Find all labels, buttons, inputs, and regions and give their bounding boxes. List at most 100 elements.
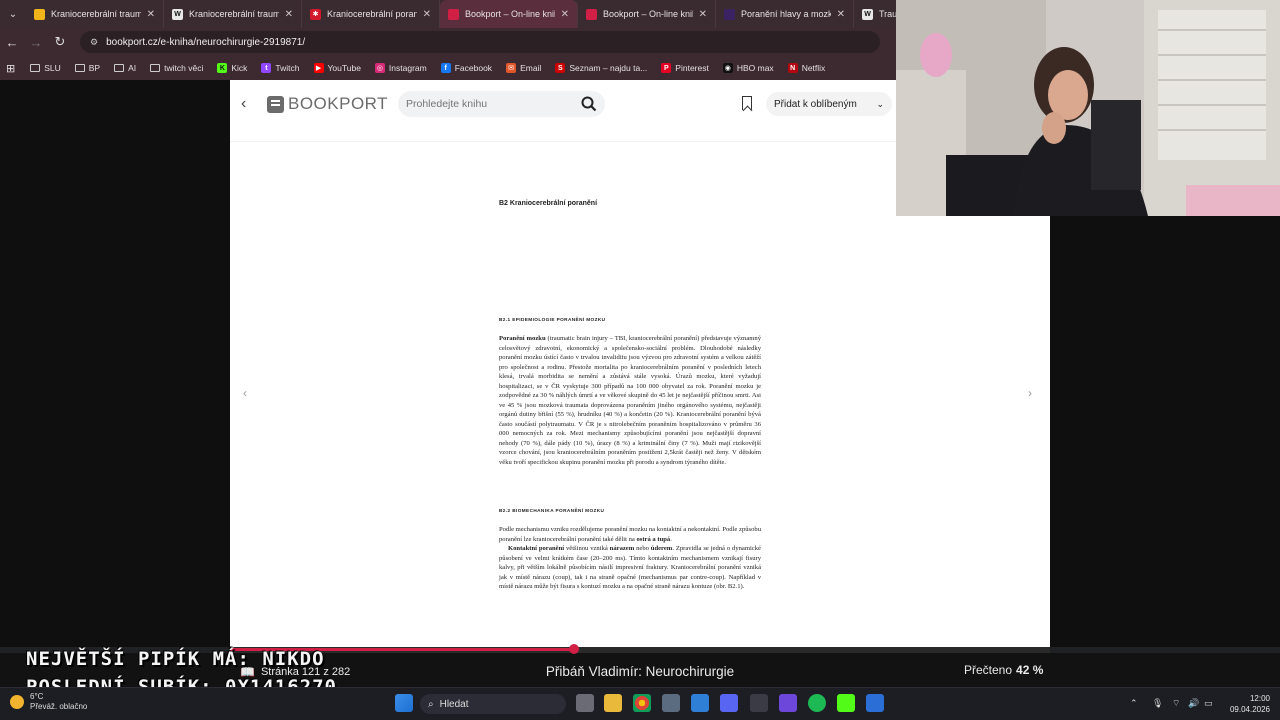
bookmark-item[interactable]: t Twitch <box>256 63 304 73</box>
bookmark-label: SLU <box>44 63 61 73</box>
forward-arrow-icon[interactable]: → <box>24 35 48 50</box>
reader-back-icon[interactable]: ‹ <box>241 95 246 113</box>
apps-grid-icon[interactable]: ⊞ <box>6 62 15 75</box>
bookmark-label: Facebook <box>454 63 493 73</box>
next-page-icon[interactable]: › <box>1028 386 1032 400</box>
add-to-favorites-button[interactable]: Přidat k oblíbeným ⌄ <box>766 92 892 116</box>
bookmark-label: Pinterest <box>675 63 709 73</box>
browser-tab[interactable]: Poranění hlavy a mozku | ✕ <box>716 0 854 28</box>
bookmark-item[interactable]: N Netflix <box>783 63 831 73</box>
photos-icon[interactable] <box>691 694 709 712</box>
bookmark-label: Netflix <box>801 63 826 73</box>
word-icon[interactable] <box>866 694 884 712</box>
start-icon[interactable] <box>395 694 413 712</box>
back-arrow-icon[interactable]: ← <box>0 35 24 50</box>
bookmark-item[interactable]: ◉ HBO max <box>718 63 779 73</box>
kick-icon[interactable] <box>837 694 855 712</box>
bookmark-item[interactable]: AI <box>109 63 141 73</box>
bookmark-item[interactable]: BP <box>70 63 105 73</box>
bookmark-item[interactable]: P Pinterest <box>656 63 714 73</box>
stream-overlay-line: NEJVĚTŠÍ PIPÍK MÁ: NIKDO <box>26 648 325 670</box>
chevron-down-icon[interactable]: ⌄ <box>876 99 884 110</box>
taskbar-search-placeholder: Hledat <box>439 698 469 710</box>
close-tab-icon[interactable]: ✕ <box>423 9 431 20</box>
file-explorer-icon[interactable] <box>604 694 622 712</box>
address-bar[interactable]: ⚙ bookport.cz/e-kniha/neurochirurgie-291… <box>80 31 880 53</box>
bookmark-favicon-icon: ▶ <box>313 63 324 73</box>
clock-time: 12:00 <box>1249 694 1270 703</box>
weather-widget[interactable]: 6°C Převáž. oblačno <box>10 692 87 712</box>
webcam-overlay <box>896 0 1280 216</box>
bookmark-label: BP <box>88 63 101 73</box>
site-info-icon[interactable]: ⚙ <box>90 37 98 48</box>
app-icon[interactable] <box>750 694 768 712</box>
bookmark-favicon-icon: f <box>440 63 451 73</box>
bookmark-item[interactable]: ◎ Instagram <box>370 63 432 73</box>
tab-title: Kraniocerebrální poranění <box>327 9 417 19</box>
read-label: Přečteno <box>964 663 1013 677</box>
tab-search-chevron-icon[interactable]: ⌄ <box>0 0 26 28</box>
weather-description: Převáž. oblačno <box>30 702 88 711</box>
read-percent: 42 % <box>1016 663 1044 677</box>
bookmark-label: Seznam – najdu ta... <box>569 63 648 73</box>
chevron-up-icon[interactable]: ⌃ <box>1130 698 1138 709</box>
browser-tab[interactable]: Bookport – On-line knihov ✕ <box>578 0 716 28</box>
bookmark-label: Instagram <box>388 63 427 73</box>
close-tab-icon[interactable]: ✕ <box>699 9 707 20</box>
bookmark-favicon-icon: t <box>261 63 272 73</box>
chrome-icon[interactable] <box>633 694 651 712</box>
browser-tab[interactable]: W Kraniocerebrální traumata ✕ <box>164 0 302 28</box>
discord-icon[interactable] <box>720 694 738 712</box>
close-tab-icon[interactable]: ✕ <box>561 9 569 20</box>
browser-toolbar: ← → ↻ ⚙ bookport.cz/e-kniha/neurochirurg… <box>0 28 900 56</box>
system-clock[interactable]: 12:00 09.04.2026 <box>1222 693 1270 715</box>
bookport-logo-icon <box>267 95 284 113</box>
folder-icon <box>114 64 125 72</box>
tab-favicon-icon: ✱ <box>310 8 321 20</box>
bookmark-item[interactable]: S Seznam – najdu ta... <box>550 63 652 73</box>
webcam-image <box>896 0 1280 216</box>
close-tab-icon[interactable]: ✕ <box>147 9 155 20</box>
battery-icon[interactable]: ▭ <box>1204 698 1213 709</box>
settings-icon[interactable] <box>662 694 680 712</box>
tab-title: Kraniocerebrální traumata <box>51 9 141 19</box>
bookmark-item[interactable]: ✉ Email <box>501 63 546 73</box>
book-search-box[interactable] <box>398 91 605 117</box>
microphone-icon[interactable]: 🎙 <box>1152 698 1163 709</box>
bookmark-label: twitch věci <box>164 63 204 73</box>
bookmark-favicon-icon: ◉ <box>722 63 733 73</box>
tab-favicon-icon: W <box>862 8 873 20</box>
bookmark-item[interactable]: twitch věci <box>145 63 208 73</box>
bookmark-item[interactable]: ▶ YouTube <box>309 63 366 73</box>
bookmark-favicon-icon: K <box>217 63 228 73</box>
bookmark-item[interactable]: SLU <box>25 63 66 73</box>
task-view-icon[interactable] <box>576 694 594 712</box>
browser-tab[interactable]: Bookport – On-line knihov ✕ <box>440 0 578 28</box>
search-icon[interactable] <box>581 96 597 112</box>
app-icon[interactable] <box>779 694 797 712</box>
bookmark-icon[interactable] <box>742 96 752 110</box>
tab-favicon-icon <box>724 8 735 20</box>
close-tab-icon[interactable]: ✕ <box>837 9 845 20</box>
spotify-icon[interactable] <box>808 694 826 712</box>
browser-tab[interactable]: ✱ Kraniocerebrální poranění ✕ <box>302 0 440 28</box>
browser-tab[interactable]: Kraniocerebrální traumata ✕ <box>26 0 164 28</box>
clock-date: 09.04.2026 <box>1229 705 1270 714</box>
reload-icon[interactable]: ↻ <box>48 34 72 50</box>
weather-temperature: 6°C <box>30 692 44 701</box>
wifi-icon[interactable]: ⌔ <box>1172 698 1180 709</box>
bookport-logo[interactable]: BOOKPORT <box>267 94 388 114</box>
section-paragraph: Podle mechanismu vzniku rozdělujeme pora… <box>499 526 761 543</box>
previous-page-icon[interactable]: ‹ <box>243 386 247 400</box>
close-tab-icon[interactable]: ✕ <box>285 9 293 20</box>
bookmark-item[interactable]: K Kick <box>212 63 252 73</box>
taskbar-search[interactable]: ⌕ Hledat <box>420 694 566 714</box>
volume-icon[interactable]: 🔊 <box>1188 698 1199 709</box>
weather-icon <box>10 695 24 709</box>
bookmark-label: Twitch <box>275 63 300 73</box>
add-to-favorites-label: Přidat k oblíbeným <box>774 98 857 110</box>
chapter-heading: B2 Kraniocerebrální poranění <box>499 200 598 207</box>
book-search-input[interactable] <box>406 98 566 110</box>
tab-title: Kraniocerebrální traumata <box>189 9 279 19</box>
bookmark-item[interactable]: f Facebook <box>436 63 497 73</box>
